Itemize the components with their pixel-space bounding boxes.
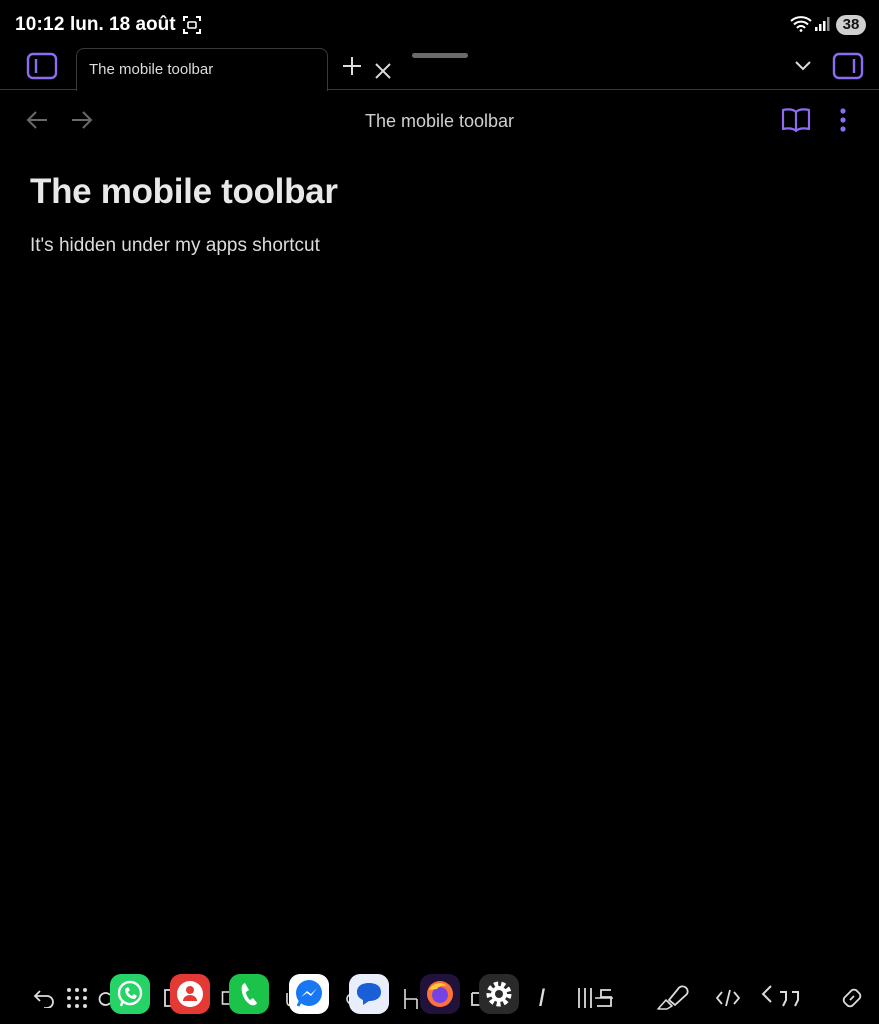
view-title[interactable]: The mobile toolbar: [0, 111, 879, 132]
tab-label: The mobile toolbar: [89, 61, 214, 78]
right-sidebar-toggle[interactable]: [830, 50, 866, 82]
status-date: lun. 18 août: [70, 14, 176, 35]
firefox-app-icon[interactable]: [420, 974, 460, 1014]
highlight-button[interactable]: [656, 984, 690, 1012]
note-title[interactable]: The mobile toolbar: [30, 172, 338, 212]
mobile-toolbar: I: [0, 968, 879, 1024]
undo-icon: [33, 990, 54, 1008]
strikethrough-button[interactable]: [576, 984, 616, 1012]
app-drawer-button[interactable]: [63, 984, 91, 1012]
phone-app-icon[interactable]: [229, 974, 269, 1014]
book-open-icon: [781, 108, 811, 133]
left-sidebar-toggle[interactable]: [24, 50, 60, 82]
whatsapp-app-icon[interactable]: [110, 974, 150, 1014]
more-vertical-icon: [840, 108, 846, 132]
quote-button[interactable]: [760, 984, 804, 1012]
tab-close-button[interactable]: [369, 57, 397, 85]
battery-icon: 38: [836, 15, 866, 35]
messenger-app-icon[interactable]: [289, 974, 329, 1014]
screenshot-icon: [182, 15, 202, 35]
close-icon: [375, 63, 391, 79]
wifi-6e-icon: [790, 16, 812, 32]
messages-app-icon[interactable]: [349, 974, 389, 1014]
screen: 10:12 lun. 18 août 38 The mobile toolbar: [0, 0, 879, 1024]
strikethrough-icon: [578, 988, 613, 1008]
italic-button[interactable]: I: [528, 984, 556, 1012]
highlight-icon: [657, 985, 689, 1010]
tab-bar: The mobile toolbar: [0, 46, 879, 91]
settings-app-icon[interactable]: [479, 974, 519, 1014]
quote-icon: [761, 985, 799, 1007]
chevron-down-icon: [795, 61, 811, 71]
view-header: The mobile toolbar: [0, 91, 879, 149]
more-options-button[interactable]: [834, 106, 852, 134]
left-sidebar-icon: [26, 52, 58, 80]
grid-icon: [67, 988, 87, 1008]
status-bar: 10:12 lun. 18 août 38: [0, 0, 879, 46]
tab-list-button[interactable]: [790, 53, 816, 79]
tab-active[interactable]: The mobile toolbar: [76, 48, 391, 91]
status-time: 10:12: [15, 14, 65, 35]
heading-icon: [404, 989, 418, 1009]
new-tab-button[interactable]: [338, 52, 366, 80]
plus-icon: [343, 57, 361, 75]
signal-icon: [814, 16, 830, 32]
note-body[interactable]: It's hidden under my apps shortcut: [30, 235, 320, 257]
code-icon: [715, 989, 741, 1007]
right-sidebar-icon: [832, 52, 864, 80]
link-button[interactable]: [838, 984, 866, 1012]
drag-handle[interactable]: [412, 53, 468, 58]
code-button[interactable]: [714, 984, 742, 1012]
undo-button[interactable]: [30, 984, 58, 1012]
link-icon: [842, 988, 862, 1008]
contacts-app-icon[interactable]: [170, 974, 210, 1014]
reading-mode-button[interactable]: [780, 106, 812, 134]
